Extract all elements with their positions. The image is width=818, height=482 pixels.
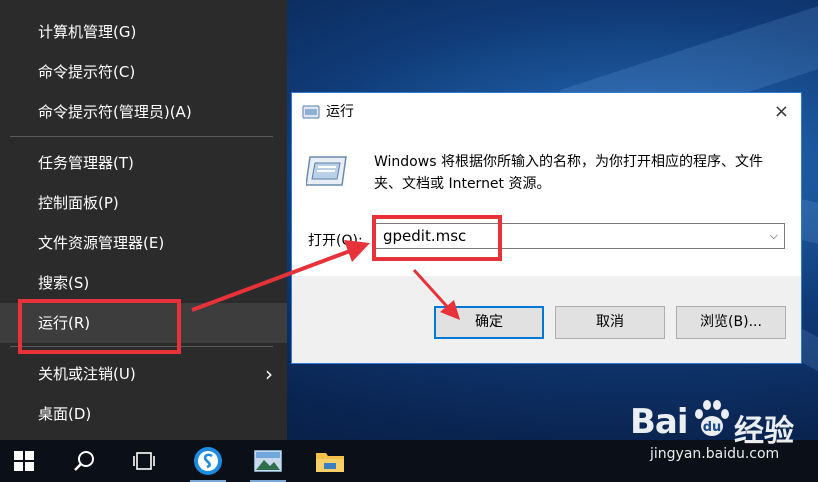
watermark-brand-suffix: 经验 (734, 414, 794, 449)
svg-text:du: du (703, 420, 722, 435)
annotation-arrow-to-ok (412, 268, 454, 314)
watermark-brand: Bai (630, 402, 689, 442)
paw-logo-icon: du (695, 400, 729, 436)
watermark-url: jingyan.baidu.com (650, 446, 780, 462)
annotation-arrow-to-input (191, 246, 359, 312)
